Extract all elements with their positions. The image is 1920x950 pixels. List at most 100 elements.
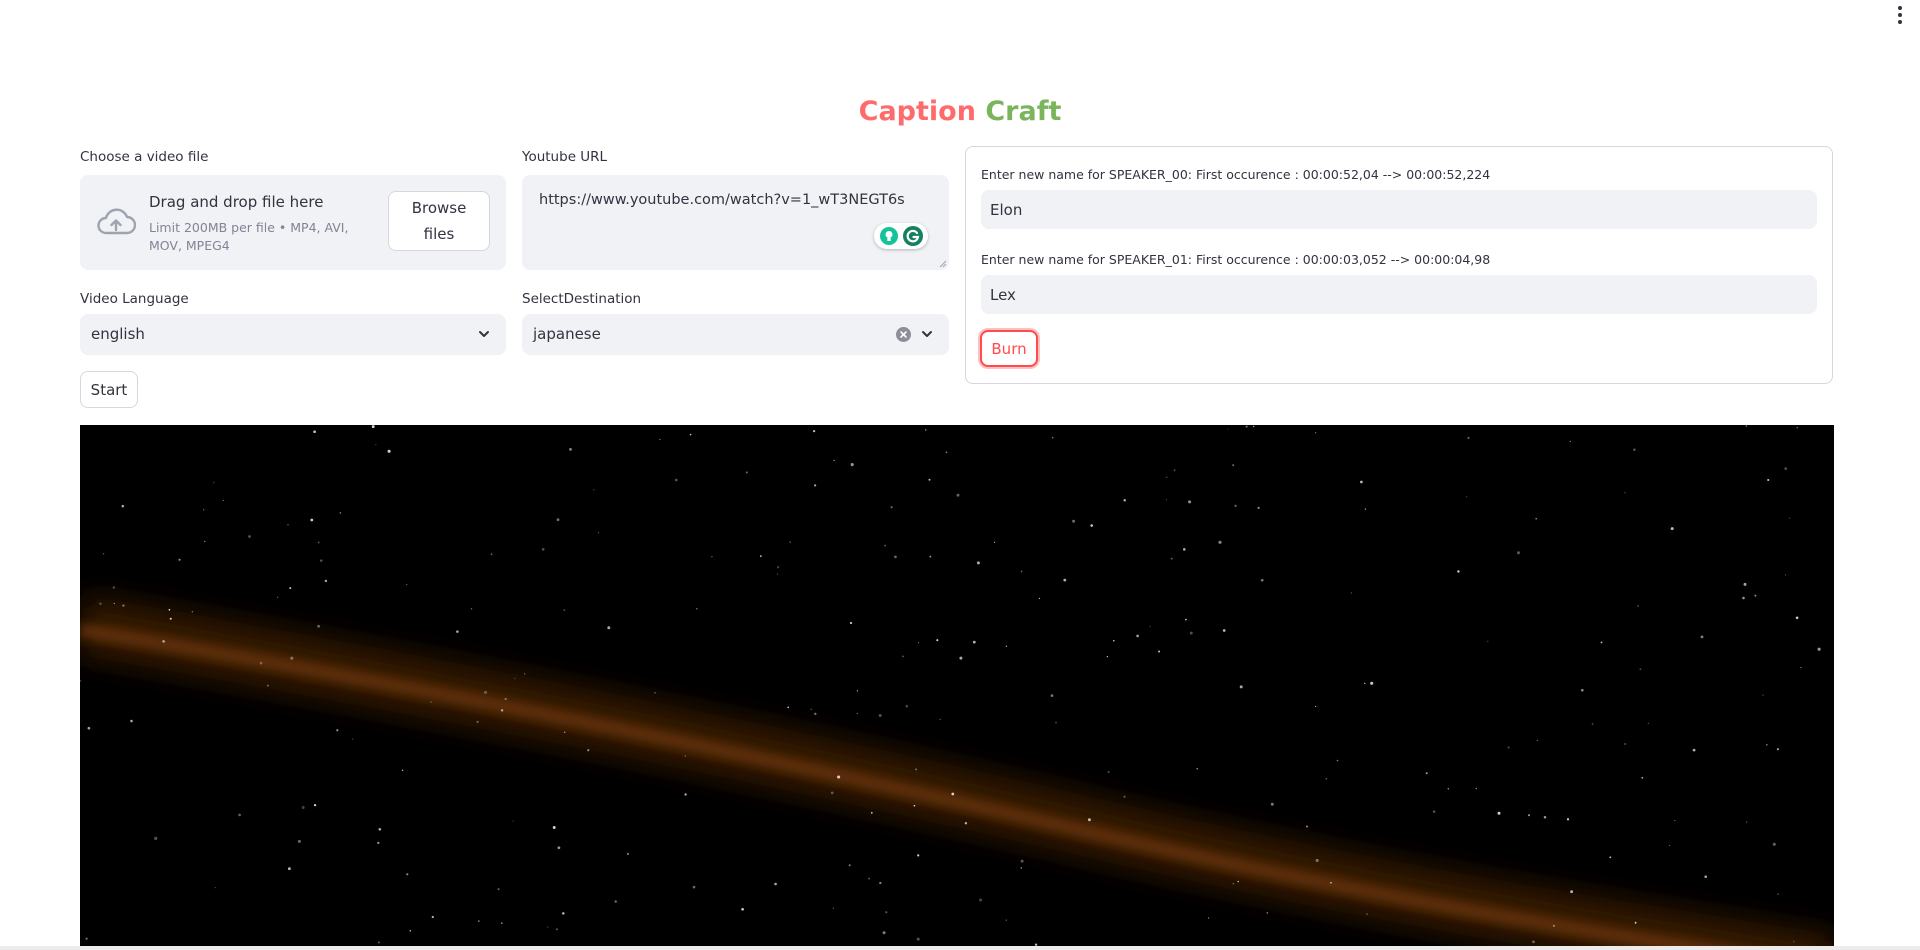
star: [1005, 919, 1007, 921]
star: [1570, 890, 1573, 894]
star: [774, 882, 777, 886]
destination-select[interactable]: japanese: [522, 314, 949, 355]
star: [1237, 880, 1239, 883]
star: [191, 610, 194, 613]
star: [833, 459, 835, 461]
star: [557, 846, 561, 850]
star: [1745, 821, 1748, 823]
star: [500, 709, 504, 712]
lightbulb-icon[interactable]: [880, 227, 898, 245]
star: [113, 602, 115, 605]
star: [1050, 694, 1054, 697]
star: [401, 769, 404, 771]
star: [917, 854, 920, 857]
star: [406, 873, 409, 876]
star: [248, 535, 251, 538]
star: [951, 792, 955, 796]
star: [1170, 557, 1173, 560]
star: [832, 907, 834, 909]
star: [1185, 618, 1187, 621]
star: [1363, 682, 1366, 685]
video-player[interactable]: [80, 425, 1834, 950]
star: [456, 630, 459, 633]
star: [1136, 634, 1139, 638]
star: [562, 912, 565, 915]
star: [1166, 499, 1168, 501]
star: [483, 690, 488, 694]
star: [154, 836, 158, 840]
star: [564, 731, 566, 733]
star: [692, 885, 696, 889]
dropzone-limit-text: Limit 200MB per file • MP4, AVI, MOV, MP…: [149, 220, 349, 253]
browse-files-button[interactable]: Browse files: [388, 191, 490, 251]
speaker-00-name-input[interactable]: Elon: [981, 190, 1817, 229]
video-language-select[interactable]: english: [80, 314, 506, 355]
star: [1796, 427, 1798, 429]
star: [1535, 517, 1538, 520]
star: [1166, 476, 1168, 478]
star: [1674, 819, 1676, 822]
chevron-down-icon[interactable]: [920, 327, 934, 341]
star: [339, 512, 342, 514]
star: [741, 907, 744, 911]
speaker-rename-panel: Enter new name for SPEAKER_00: First occ…: [965, 146, 1833, 384]
main-menu-button[interactable]: [1894, 4, 1906, 26]
star: [1641, 776, 1644, 779]
chevron-down-icon[interactable]: [477, 327, 491, 341]
video-frame: [80, 425, 1834, 950]
speaker-01-name-input[interactable]: Lex: [981, 275, 1817, 314]
youtube-url-textarea[interactable]: https://www.youtube.com/watch?v=1_wT3NEG…: [522, 175, 949, 270]
star: [1475, 787, 1477, 790]
grammarly-widget[interactable]: [874, 223, 928, 249]
star: [1742, 596, 1745, 600]
star: [277, 596, 279, 598]
star: [1743, 582, 1747, 586]
star: [597, 532, 599, 534]
star: [375, 444, 377, 446]
app-title: Caption Craft: [0, 94, 1920, 130]
star: [959, 656, 963, 660]
kebab-dot: [1898, 13, 1902, 17]
grammarly-icon[interactable]: [903, 226, 923, 246]
star: [654, 692, 656, 694]
speaker-00-label: Enter new name for SPEAKER_00: First occ…: [981, 167, 1491, 182]
star: [490, 553, 493, 556]
star: [972, 640, 976, 644]
star: [1580, 688, 1584, 692]
burn-button[interactable]: Burn: [980, 330, 1038, 367]
star: [102, 553, 105, 555]
star: [1536, 739, 1538, 741]
star: [1090, 524, 1093, 527]
star: [1700, 635, 1704, 639]
star: [813, 484, 817, 487]
star: [945, 451, 948, 454]
star: [1051, 436, 1054, 439]
star: [1639, 668, 1642, 671]
star: [1447, 788, 1450, 790]
star: [1360, 480, 1363, 484]
star: [168, 608, 171, 611]
star: [1218, 540, 1222, 544]
star: [430, 701, 432, 703]
star: [850, 463, 854, 467]
star: [169, 617, 172, 620]
star: [856, 712, 858, 715]
kebab-dot: [1898, 20, 1902, 24]
star: [1005, 645, 1008, 647]
star: [1315, 432, 1317, 434]
resize-grip-icon[interactable]: [939, 260, 947, 268]
star: [1516, 551, 1521, 555]
star: [1325, 778, 1327, 780]
star: [297, 839, 301, 843]
start-button[interactable]: Start: [80, 371, 138, 408]
clear-selection-icon[interactable]: [896, 327, 911, 342]
star: [1222, 629, 1226, 632]
file-dropzone[interactable]: Drag and drop file here Limit 200MB per …: [80, 175, 506, 270]
star: [555, 928, 558, 931]
star: [406, 584, 408, 586]
star: [879, 881, 882, 885]
star: [1232, 883, 1235, 885]
star: [130, 719, 133, 723]
star: [689, 433, 692, 436]
star: [1591, 723, 1594, 725]
